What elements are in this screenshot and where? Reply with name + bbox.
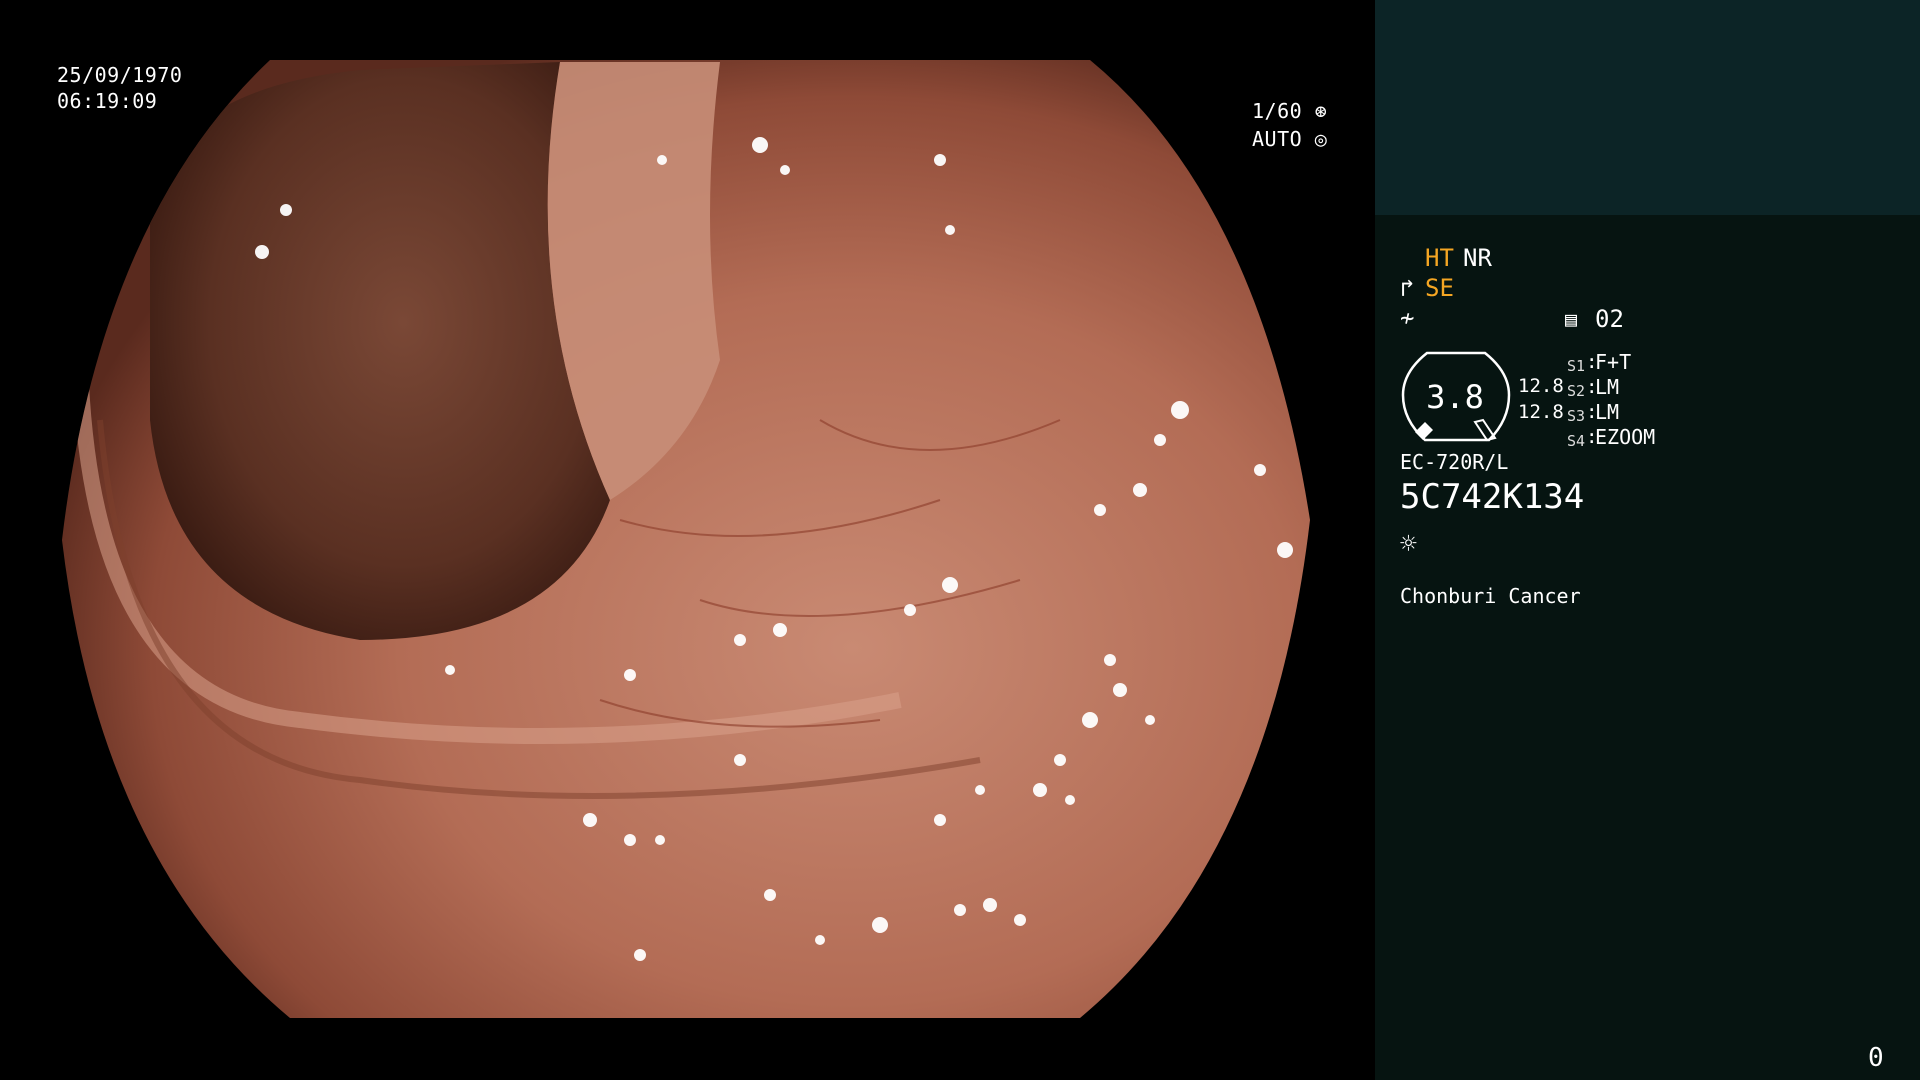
exam-time: 06:19:09 — [57, 89, 158, 113]
shutter-readout: 1/60 ⊛ — [1252, 98, 1327, 124]
se-indicator: SE — [1425, 274, 1454, 302]
gauge-top-value: 12.8 — [1518, 375, 1564, 397]
enhance-icon: ↱ — [1400, 274, 1415, 302]
light-icon: ☼ — [1400, 527, 1417, 560]
institution-name: Chonburi Cancer — [1400, 584, 1581, 608]
memory-icon: ▤ — [1565, 307, 1578, 331]
switch-value: LM — [1595, 375, 1620, 399]
switch-value: F+T — [1595, 350, 1632, 374]
lumen — [150, 62, 610, 640]
exam-date: 25/09/1970 — [57, 63, 183, 87]
switch-key: S4 — [1567, 432, 1586, 450]
iris-icon: ◎ — [1314, 127, 1328, 151]
panel-header-area — [1375, 0, 1920, 215]
memory-value: 02 — [1595, 305, 1624, 333]
shutter-icon: ⊛ — [1314, 99, 1328, 123]
iris-mode: AUTO — [1252, 127, 1303, 151]
processor-info-panel: HT NR ↱ SE ≁ ▤ 02 3.8 12.8 12.8 S1 : F+T… — [1375, 0, 1920, 1080]
switch-key: S2 — [1567, 382, 1586, 400]
endoscopic-image — [62, 60, 1310, 1018]
scope-model: EC-720R/L — [1400, 450, 1509, 474]
switch-key: S1 — [1567, 357, 1586, 375]
switch-value: EZOOM — [1595, 425, 1656, 449]
gauge-bottom-value: 12.8 — [1518, 401, 1564, 423]
gauge-value: 3.8 — [1426, 378, 1484, 416]
switch-key: S3 — [1567, 407, 1586, 425]
nr-indicator: NR — [1463, 244, 1492, 272]
structure-icon: ≁ — [1400, 304, 1415, 332]
shutter-speed: 1/60 — [1252, 99, 1303, 123]
scope-serial: 5C742K134 — [1400, 477, 1585, 517]
ht-indicator: HT — [1425, 244, 1454, 272]
iris-mode-readout: AUTO ◎ — [1252, 126, 1327, 152]
endoscope-viewport: 25/09/1970 06:19:09 1/60 ⊛ AUTO ◎ — [0, 0, 1375, 1080]
frame-counter: 0 — [1868, 1043, 1884, 1073]
switch-value: LM — [1595, 400, 1620, 424]
